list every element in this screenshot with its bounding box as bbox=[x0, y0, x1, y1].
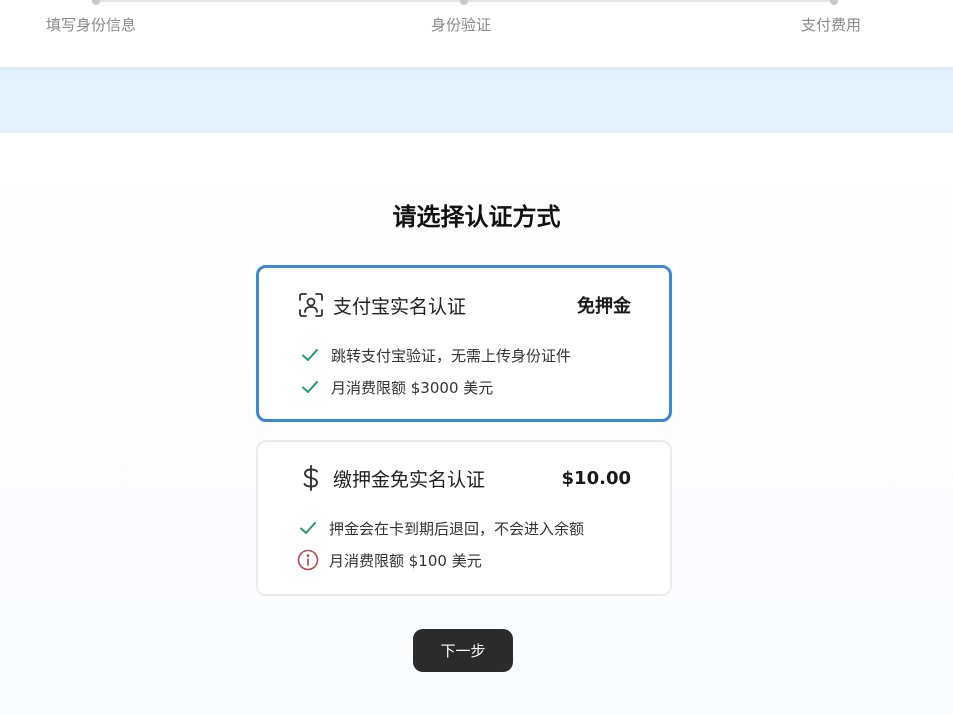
step-dot bbox=[830, 0, 838, 5]
step-label-verify: 身份验证 bbox=[431, 16, 492, 34]
header-band bbox=[0, 67, 953, 133]
step-dot bbox=[92, 0, 100, 5]
option-card-alipay[interactable]: 支付宝实名认证 免押金 跳转支付宝验证，无需上传身份证件 月消费限额 $3000… bbox=[256, 265, 672, 422]
step-label-fill-info: 填写身份信息 bbox=[46, 16, 137, 34]
feature-item: 月消费限额 $100 美元 bbox=[297, 549, 482, 571]
option-title: 缴押金免实名认证 bbox=[333, 468, 486, 491]
option-card-deposit[interactable]: 缴押金免实名认证 $10.00 押金会在卡到期后退回，不会进入余额 月消费限额 … bbox=[256, 440, 672, 596]
dollar-icon bbox=[297, 464, 325, 492]
step-connector bbox=[100, 0, 460, 2]
feature-item: 押金会在卡到期后退回，不会进入余额 bbox=[297, 517, 584, 539]
check-icon bbox=[299, 376, 321, 398]
feature-text: 月消费限额 $3000 美元 bbox=[331, 378, 494, 397]
feature-text: 月消费限额 $100 美元 bbox=[329, 551, 482, 570]
step-label-payment: 支付费用 bbox=[801, 16, 862, 34]
feature-item: 跳转支付宝验证，无需上传身份证件 bbox=[299, 344, 571, 366]
step-connector bbox=[468, 0, 830, 2]
next-step-button[interactable]: 下一步 bbox=[413, 629, 513, 672]
face-scan-icon bbox=[297, 291, 325, 319]
option-price: 免押金 bbox=[577, 296, 631, 317]
page-title: 请选择认证方式 bbox=[392, 203, 561, 231]
option-price: $10.00 bbox=[561, 467, 631, 489]
check-icon bbox=[297, 517, 319, 539]
step-dot bbox=[460, 0, 468, 5]
info-icon bbox=[297, 549, 319, 571]
verification-section: 请选择认证方式 支付宝实名认证 免押金 跳转支付宝验证，无需上传身份证件 月消费… bbox=[0, 133, 953, 714]
progress-steps: 填写身份信息 身份验证 支付费用 bbox=[0, 0, 953, 67]
option-header: 缴押金免实名认证 $10.00 bbox=[297, 463, 631, 493]
check-icon bbox=[299, 344, 321, 366]
option-header: 支付宝实名认证 免押金 bbox=[297, 290, 631, 320]
option-title: 支付宝实名认证 bbox=[333, 295, 467, 318]
feature-text: 押金会在卡到期后退回，不会进入余额 bbox=[329, 519, 585, 538]
feature-text: 跳转支付宝验证，无需上传身份证件 bbox=[331, 346, 572, 365]
feature-item: 月消费限额 $3000 美元 bbox=[299, 376, 493, 398]
